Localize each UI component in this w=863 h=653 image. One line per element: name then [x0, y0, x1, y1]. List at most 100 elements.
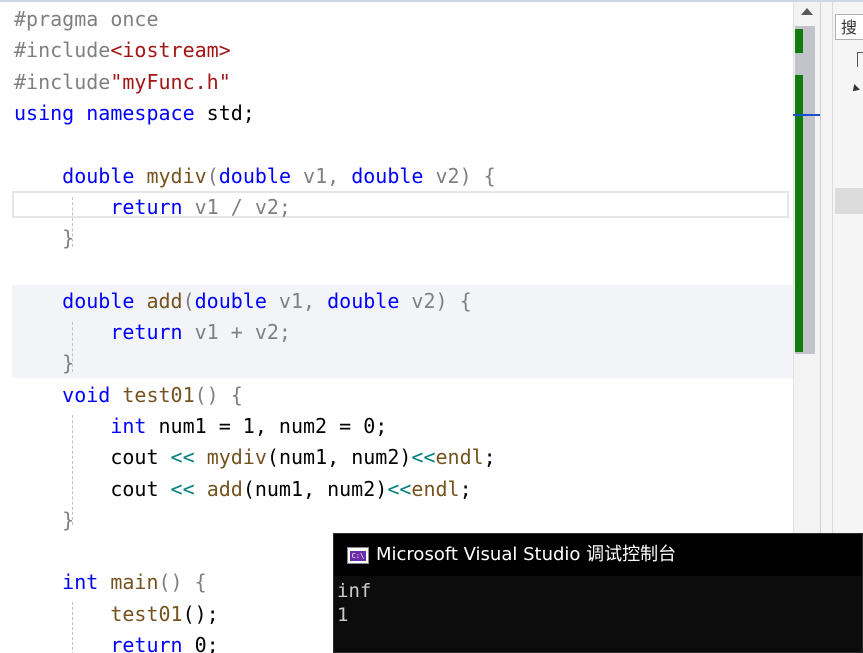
console-output-line: inf [337, 580, 372, 602]
code-token: test01 [110, 601, 183, 626]
code-line: } [14, 348, 74, 379]
change-marker [795, 29, 803, 53]
code-token: } [14, 351, 75, 376]
code-token: std; [194, 100, 255, 125]
code-token: << [170, 476, 195, 501]
code-token: double [351, 163, 424, 188]
code-token: ; [459, 476, 472, 501]
code-token: using [14, 100, 75, 125]
code-token: cout [14, 476, 171, 501]
code-line: #pragma once [14, 4, 159, 35]
code-token: cout [14, 445, 171, 470]
code-line: double mydiv(double v1, double v2) { [14, 161, 496, 192]
code-token: endl [435, 445, 484, 470]
code-line: return v1 / v2; [14, 192, 291, 223]
expand-arrow-icon[interactable] [850, 84, 860, 94]
debug-console-window[interactable]: C:\ Microsoft Visual Studio 调试控制台 inf 1 [333, 533, 863, 653]
code-token: add [206, 476, 243, 501]
code-token: (); [182, 601, 219, 626]
code-token: #include [14, 38, 111, 63]
code-token: "myFunc.h" [110, 69, 231, 94]
code-line: cout << add(num1, num2)<<endl; [14, 474, 472, 505]
code-token: v1 / v2; [182, 194, 291, 219]
console-output-line: 1 [337, 604, 349, 626]
code-token: } [14, 226, 75, 251]
code-token: v1, [290, 163, 352, 188]
code-line: double add(double v1, double v2) { [14, 286, 472, 317]
code-token: #include [14, 69, 111, 94]
code-token: (num1, num2) [242, 476, 388, 501]
code-token: () { [158, 570, 207, 595]
code-token: v2) { [399, 288, 472, 313]
code-token: double [62, 288, 135, 313]
file-icon[interactable] [857, 52, 863, 67]
code-token: 0; [182, 633, 219, 653]
code-token: double [194, 288, 267, 313]
change-marker [795, 75, 803, 352]
console-app-icon: C:\ [347, 547, 369, 564]
code-token: << [387, 476, 412, 501]
code-line: #include<iostream> [14, 35, 231, 66]
code-line: test01(); [14, 599, 219, 630]
code-line: int main() { [14, 567, 207, 598]
code-token: } [14, 507, 75, 532]
code-token: mydiv [206, 445, 267, 470]
code-token: int [62, 570, 99, 595]
code-token: return [110, 194, 183, 219]
code-token: double [218, 163, 291, 188]
scroll-up-arrow-icon[interactable] [801, 8, 813, 15]
code-token: (num1, num2) [266, 445, 412, 470]
selected-tree-item[interactable] [835, 188, 863, 214]
code-line: void test01() { [14, 380, 243, 411]
code-line: cout << mydiv(num1, num2)<<endl; [14, 442, 496, 473]
code-token: main [110, 570, 159, 595]
code-token: #pragma once [14, 7, 159, 31]
code-token: add [146, 288, 183, 313]
code-token: double [62, 163, 135, 188]
code-token: ( [206, 163, 219, 188]
code-token: num1 = 1, num2 = 0; [146, 413, 388, 438]
code-line: return 0; [14, 630, 219, 653]
console-title-bar[interactable]: C:\ Microsoft Visual Studio 调试控制台 [334, 534, 862, 576]
code-token: test01 [122, 382, 195, 407]
code-line: using namespace std; [14, 98, 255, 129]
code-token: v1 + v2; [182, 320, 291, 344]
code-token: int [110, 413, 147, 438]
code-token: return [110, 320, 183, 344]
code-line: #include"myFunc.h" [14, 67, 231, 98]
code-line: int num1 = 1, num2 = 0; [14, 411, 387, 442]
code-token: endl [411, 476, 460, 501]
code-token: double [327, 288, 400, 313]
code-line: } [14, 223, 74, 254]
code-token: <iostream> [110, 38, 231, 63]
code-token: ; [483, 445, 496, 470]
code-token: << [411, 445, 436, 470]
search-box[interactable]: 搜 [835, 14, 863, 40]
code-token: return [110, 633, 183, 653]
code-token: mydiv [146, 163, 207, 188]
code-line: } [14, 505, 74, 536]
code-token: v2) { [423, 163, 496, 188]
code-line: return v1 + v2; [14, 317, 291, 348]
code-token: void [62, 382, 111, 407]
code-token: () { [194, 382, 243, 407]
code-token: v1, [266, 288, 328, 313]
console-icon-glyph: C:\ [350, 551, 366, 561]
code-token: ( [182, 288, 195, 313]
